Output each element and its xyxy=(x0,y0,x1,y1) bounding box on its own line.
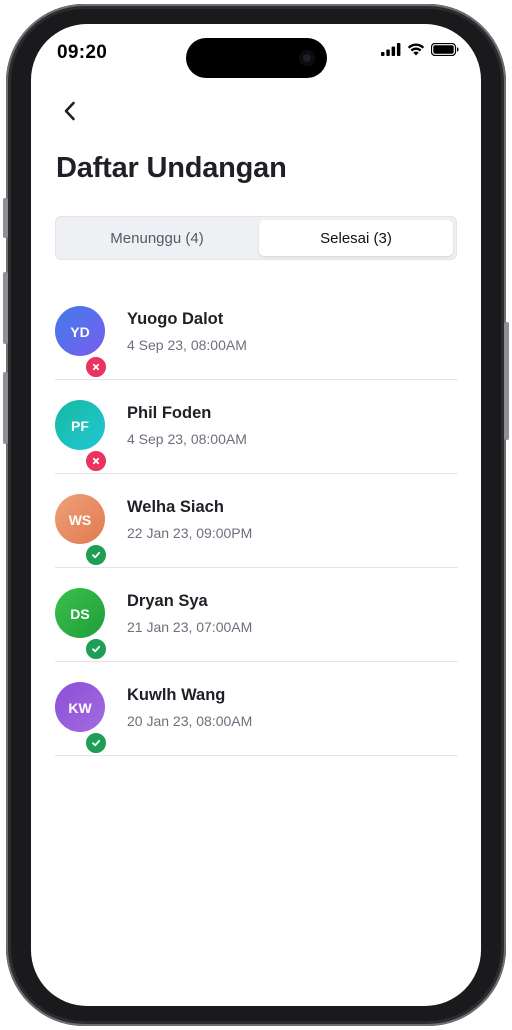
power-button xyxy=(504,322,509,440)
status-badge-rejected xyxy=(84,355,108,379)
invite-date: 22 Jan 23, 09:00PM xyxy=(127,525,253,541)
avatar-initials: PF xyxy=(71,418,89,434)
avatar: KW xyxy=(55,682,108,755)
chevron-left-icon xyxy=(64,101,75,121)
avatar: WS xyxy=(55,494,108,567)
list-item[interactable]: PF Phil Foden 4 Sep 23, 08:00AM xyxy=(55,380,458,474)
invitation-list: YD Yuogo Dalot 4 Sep 23, 08:00AM PF Phil… xyxy=(55,286,458,756)
screen: 09:20 Daftar Undangan Menunggu (4) Seles… xyxy=(31,24,481,1006)
status-bar: 09:20 xyxy=(31,24,481,80)
invitee-name: Welha Siach xyxy=(127,498,224,516)
page-title: Daftar Undangan xyxy=(56,152,287,184)
avatar-initials: KW xyxy=(68,700,92,716)
invitee-name: Dryan Sya xyxy=(127,592,208,610)
volume-down-button xyxy=(3,372,8,444)
check-icon xyxy=(92,551,101,559)
avatar-initials: WS xyxy=(68,512,92,528)
invite-date: 21 Jan 23, 07:00AM xyxy=(127,619,253,635)
invitee-name: Yuogo Dalot xyxy=(127,310,224,328)
status-badge-accepted xyxy=(84,543,108,567)
invite-date: 20 Jan 23, 08:00AM xyxy=(127,713,253,729)
list-item[interactable]: DS Dryan Sya 21 Jan 23, 07:00AM xyxy=(55,568,458,662)
tab-menunggu[interactable]: Menunggu (4) xyxy=(59,220,255,256)
dynamic-island xyxy=(186,38,327,78)
avatar: DS xyxy=(55,588,108,661)
status-badge-accepted xyxy=(84,731,108,755)
tab-bar: Menunggu (4) Selesai (3) xyxy=(55,216,457,260)
avatar-initials: YD xyxy=(70,324,90,340)
volume-up-button xyxy=(3,272,8,344)
invite-date: 4 Sep 23, 08:00AM xyxy=(127,337,247,353)
list-item[interactable]: KW Kuwlh Wang 20 Jan 23, 08:00AM xyxy=(55,662,458,756)
invitee-name: Kuwlh Wang xyxy=(127,686,226,704)
list-item[interactable]: WS Welha Siach 22 Jan 23, 09:00PM xyxy=(55,474,458,568)
avatar: PF xyxy=(55,400,108,473)
camera-icon xyxy=(299,50,315,66)
battery-icon xyxy=(431,43,459,56)
close-icon xyxy=(92,457,100,465)
wifi-icon xyxy=(407,43,425,56)
close-icon xyxy=(92,363,100,371)
back-button[interactable] xyxy=(55,96,85,126)
avatar: YD xyxy=(55,306,108,379)
check-icon xyxy=(92,739,101,747)
status-time: 09:20 xyxy=(57,42,108,63)
status-badge-rejected xyxy=(84,449,108,473)
avatar-initials: DS xyxy=(70,606,90,622)
status-icons xyxy=(381,43,459,56)
check-icon xyxy=(92,645,101,653)
list-item[interactable]: YD Yuogo Dalot 4 Sep 23, 08:00AM xyxy=(55,286,458,380)
status-badge-accepted xyxy=(84,637,108,661)
invite-date: 4 Sep 23, 08:00AM xyxy=(127,431,247,447)
invitee-name: Phil Foden xyxy=(127,404,212,422)
action-button xyxy=(3,198,8,238)
tab-selesai[interactable]: Selesai (3) xyxy=(259,220,453,256)
signal-icon xyxy=(381,43,401,56)
